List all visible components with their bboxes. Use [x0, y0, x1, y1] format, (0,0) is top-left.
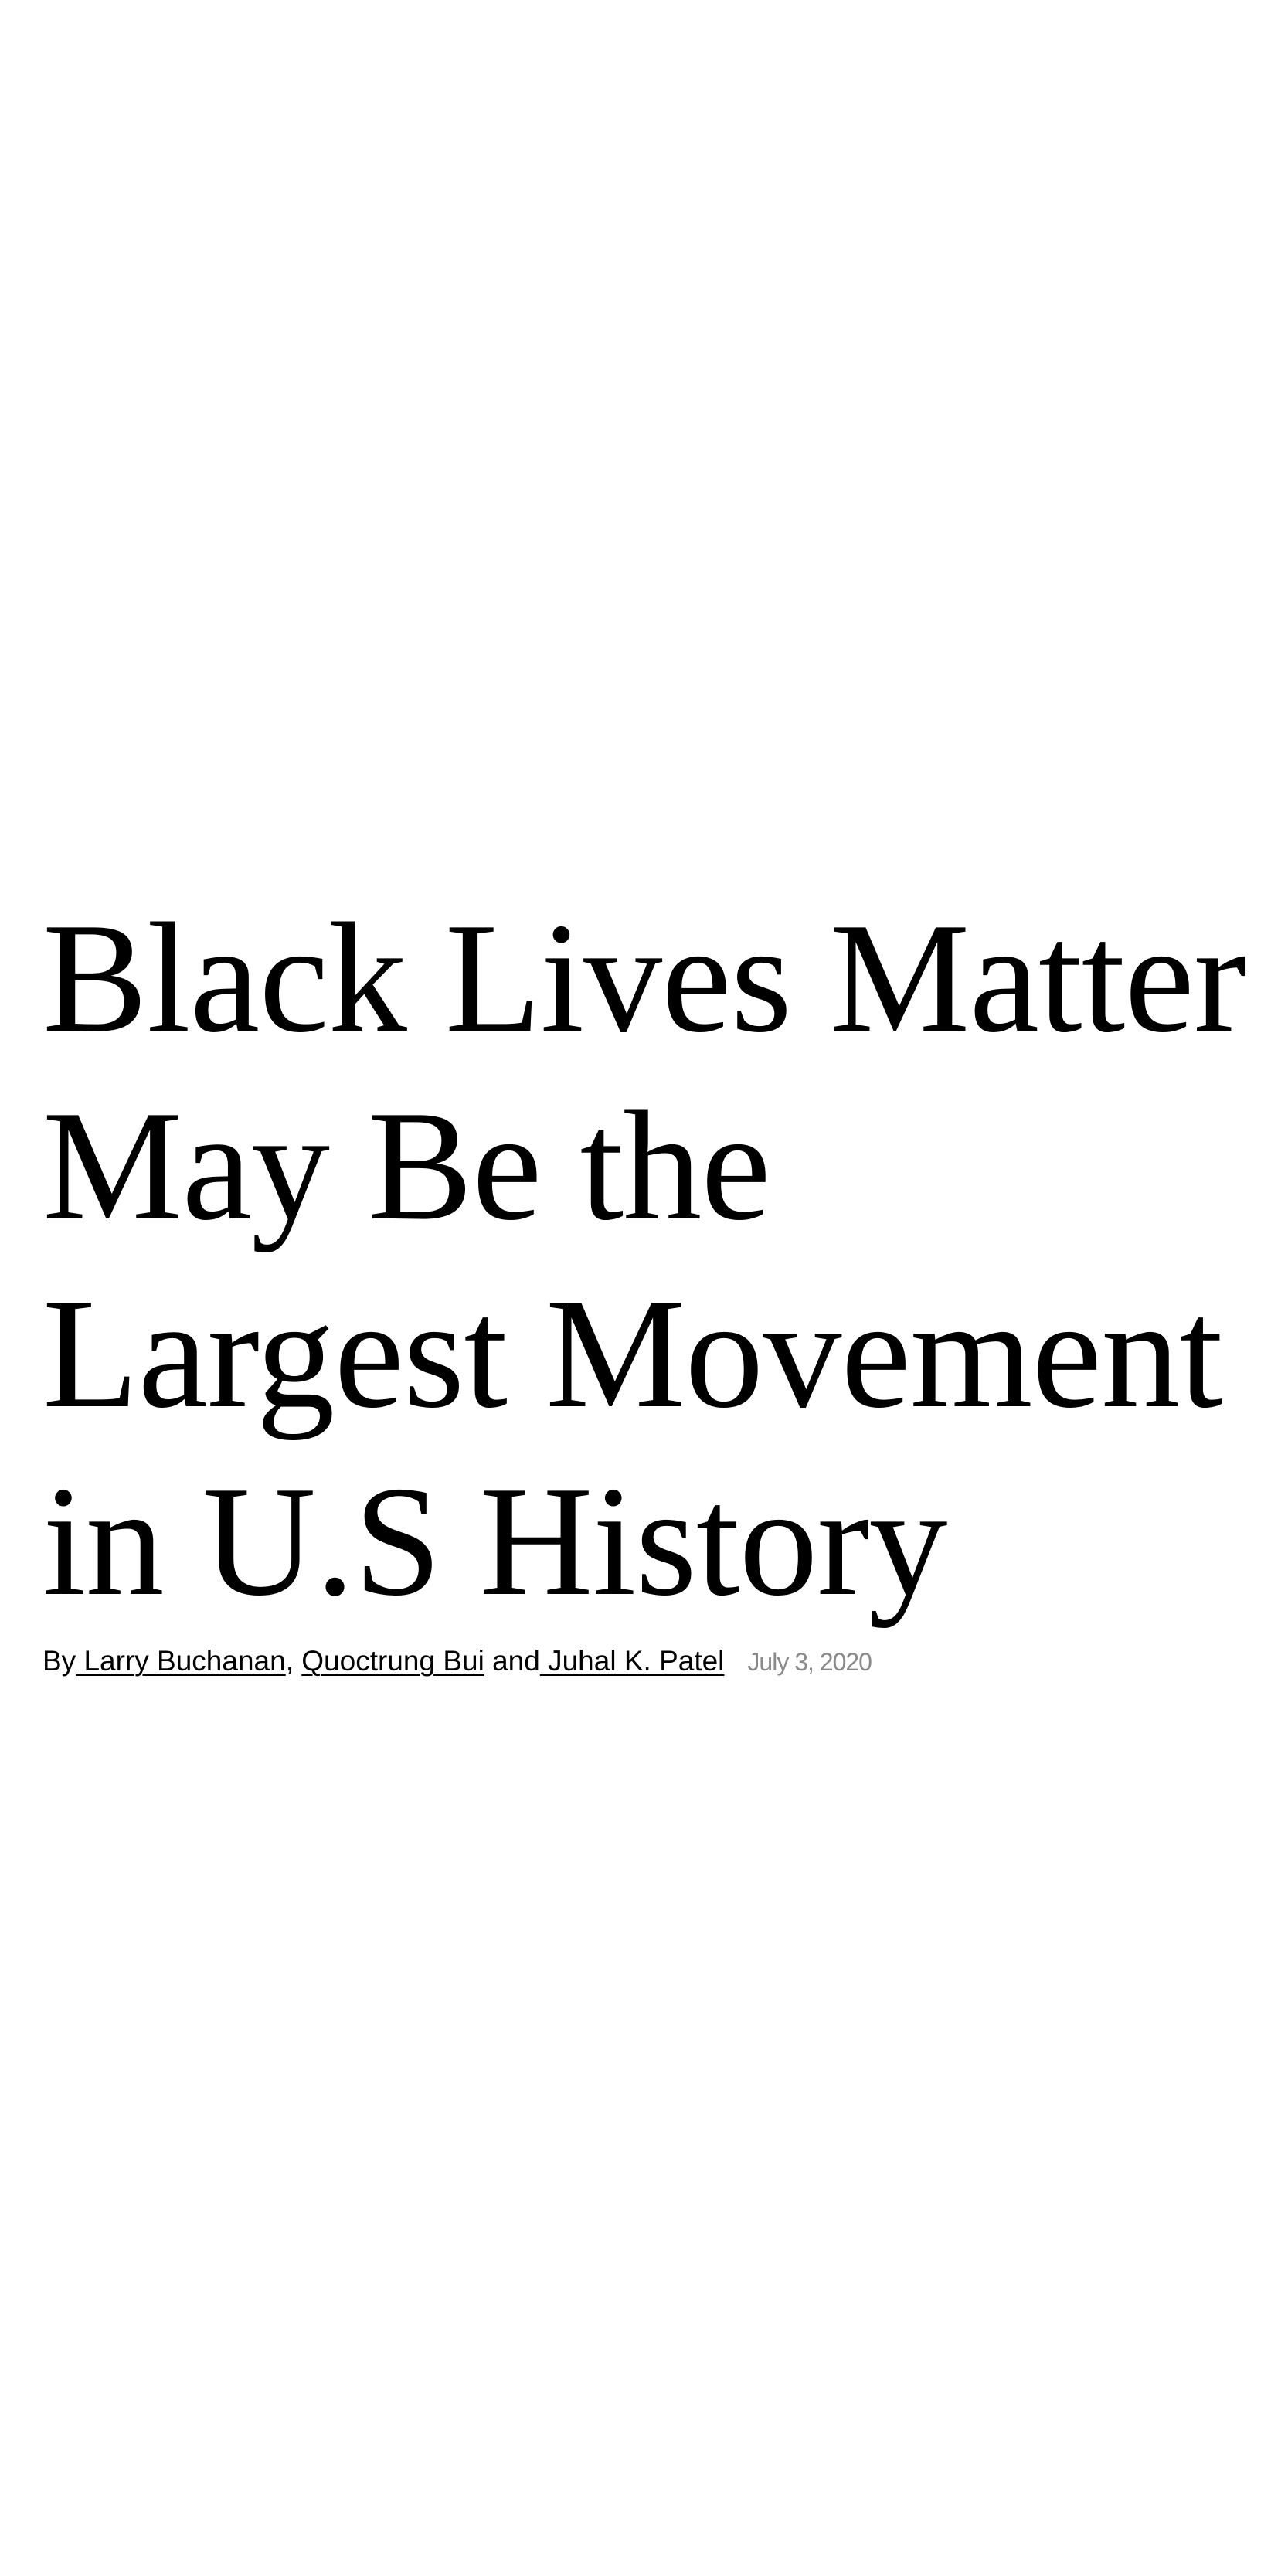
byline-and: and — [484, 1645, 540, 1677]
author-link-quoctrung-bui[interactable]: Quoctrung Bui — [301, 1645, 484, 1677]
headline-line: May Be the — [42, 1079, 771, 1253]
author-link-juhal-patel[interactable]: Juhal K. Patel — [540, 1645, 724, 1677]
publish-date: July 3, 2020 — [747, 1648, 872, 1676]
byline-comma: , — [285, 1645, 302, 1677]
headline-line: Black Lives Matter — [42, 891, 1246, 1065]
byline-prefix: By — [42, 1645, 76, 1677]
byline: By Larry Buchanan, Quoctrung Bui and Juh… — [42, 1642, 1263, 1681]
author-link-larry-buchanan[interactable]: Larry Buchanan — [76, 1645, 285, 1677]
headline-line: in U.S History — [42, 1454, 947, 1629]
headline: Black Lives Matter May Be the Largest Mo… — [42, 885, 1263, 1636]
article-header: Black Lives Matter May Be the Largest Mo… — [42, 885, 1263, 1681]
headline-line: Largest Movement — [42, 1266, 1223, 1441]
